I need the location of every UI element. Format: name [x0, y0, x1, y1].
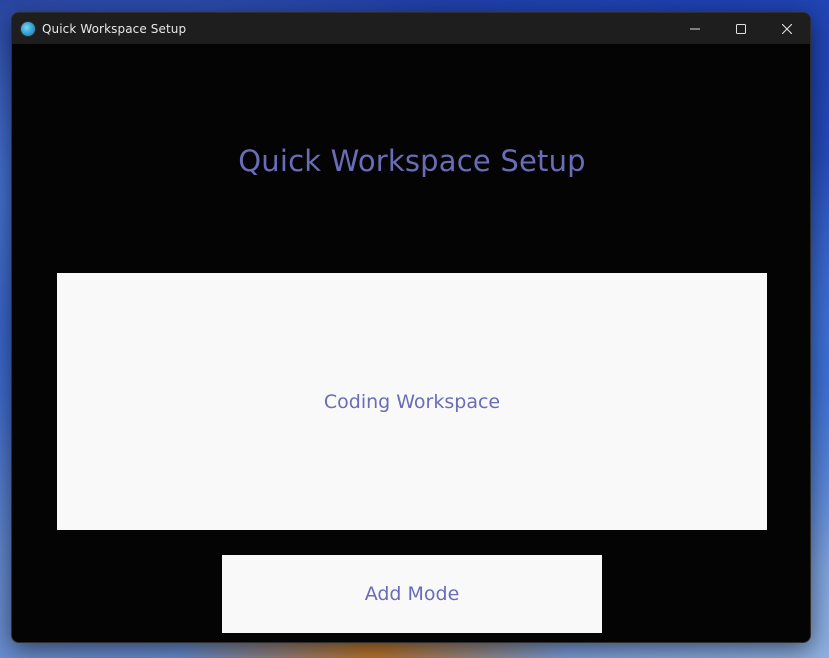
- window-controls: [672, 13, 810, 44]
- close-icon: [782, 23, 792, 34]
- main-content: Quick Workspace Setup Coding Workspace A…: [12, 44, 810, 642]
- app-window: Quick Workspace Setup Quick Workspace Se…: [11, 12, 811, 643]
- title-bar[interactable]: Quick Workspace Setup: [12, 13, 810, 44]
- add-mode-button[interactable]: Add Mode: [222, 555, 602, 633]
- close-button[interactable]: [764, 13, 810, 44]
- app-icon: [21, 21, 35, 36]
- window-title: Quick Workspace Setup: [42, 21, 187, 36]
- page-title: Quick Workspace Setup: [238, 144, 586, 178]
- maximize-icon: [736, 23, 746, 34]
- minimize-button[interactable]: [672, 13, 718, 44]
- mode-card-label: Coding Workspace: [323, 390, 501, 413]
- maximize-button[interactable]: [718, 13, 764, 44]
- mode-card-coding-workspace[interactable]: Coding Workspace: [57, 273, 767, 530]
- minimize-icon: [690, 28, 700, 29]
- add-mode-button-label: Add Mode: [364, 583, 460, 605]
